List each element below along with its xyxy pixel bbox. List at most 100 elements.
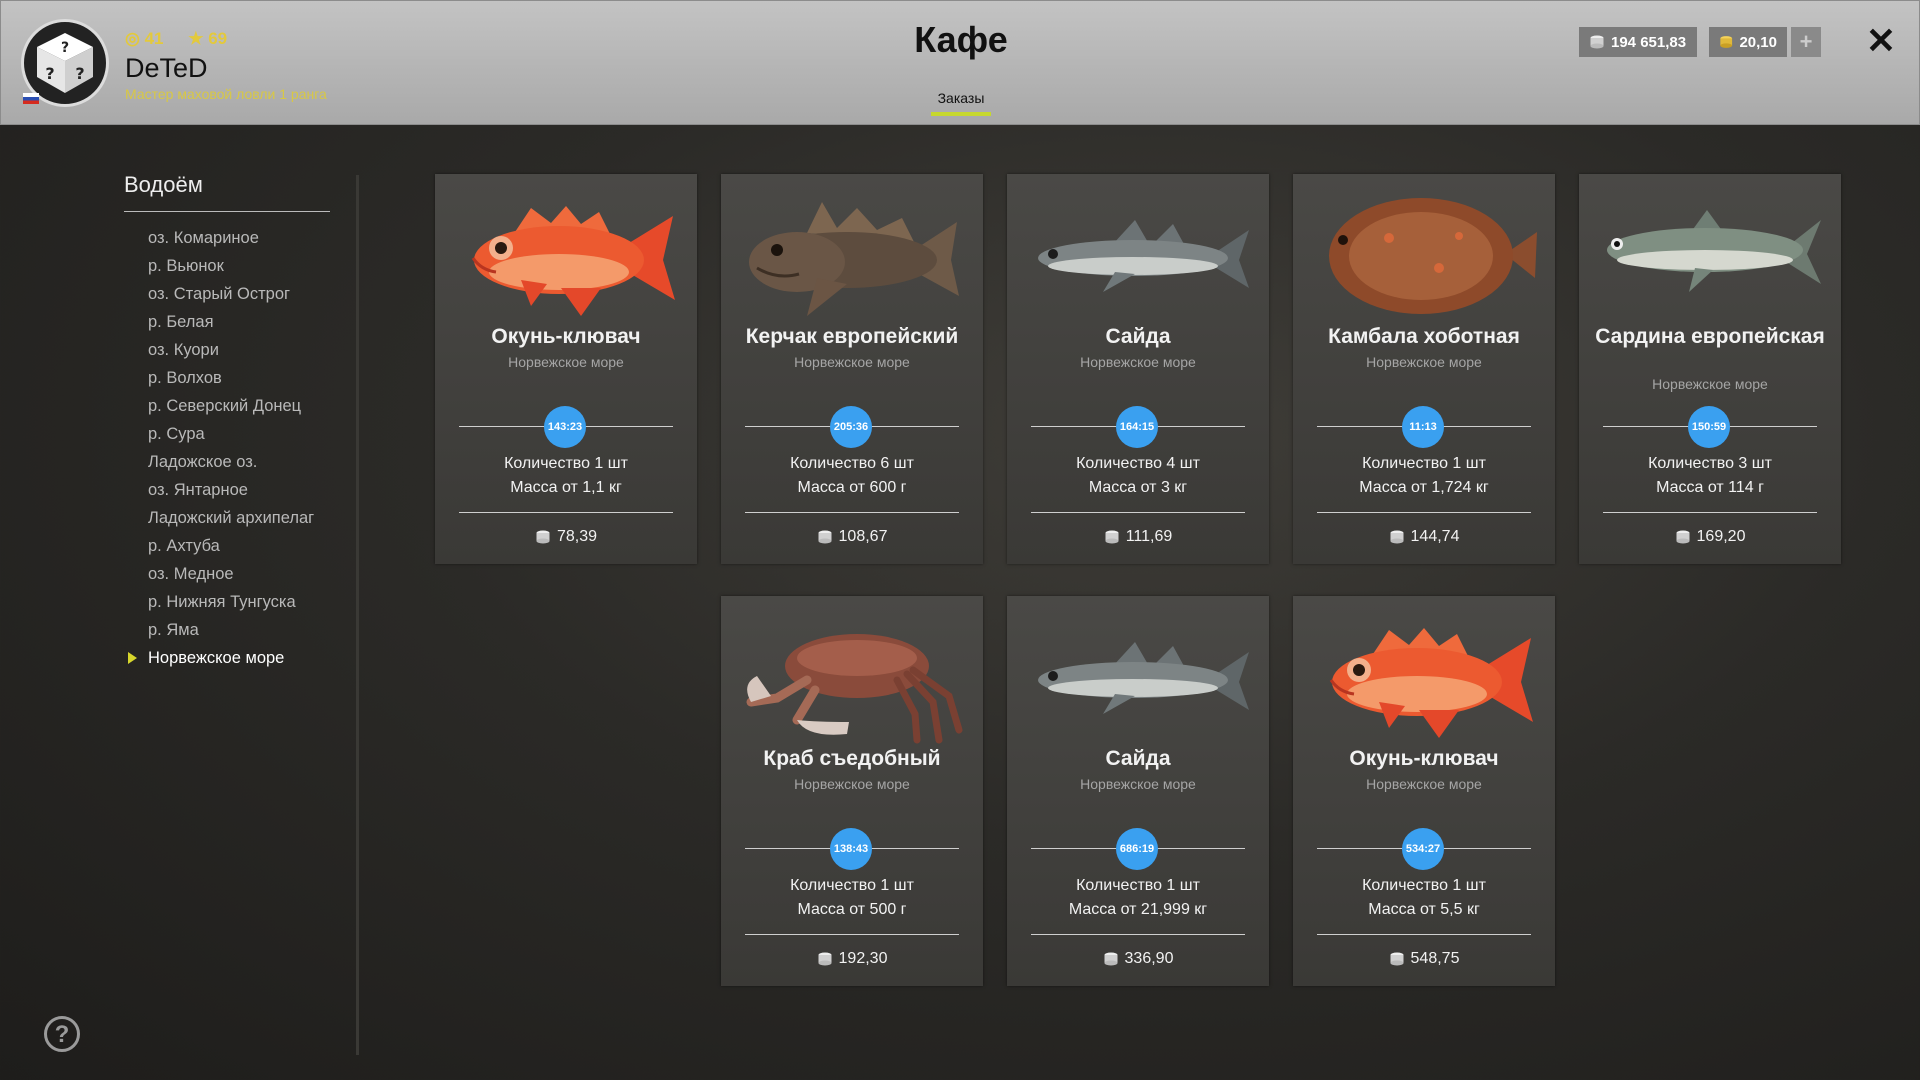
sidebar-item[interactable]: Ладожский архипелаг [148,507,314,535]
redfish-image [451,188,681,323]
sardine-image [1595,188,1825,323]
fish-name: Окунь-клювач [491,325,641,348]
timer-badge: 143:23 [544,406,586,448]
price-divider [1031,512,1245,513]
order-reward: 108,67 [721,528,983,546]
order-quantity: Количество 1 шт [790,877,914,894]
timer-badge: 138:43 [830,828,872,870]
order-card[interactable]: Сардина европейская Норвежское море 150:… [1579,174,1841,564]
order-card[interactable]: Сайда Норвежское море 686:19 Количество … [1007,596,1269,986]
gold-amount: 20,10 [1739,33,1777,51]
fish-location: Норвежское море [1080,354,1196,370]
help-button[interactable]: ? [44,1016,80,1052]
price-divider [1603,512,1817,513]
price-divider [745,512,959,513]
add-currency-button[interactable]: + [1791,27,1821,57]
fish-location: Норвежское море [1366,354,1482,370]
fish-location: Норвежское море [1366,776,1482,792]
price-divider [1317,934,1531,935]
timer-badge: 205:36 [830,406,872,448]
reward-amount: 192,30 [838,950,888,967]
silver-balance: 194 651,83 [1579,27,1697,57]
fish-name: Керчак европейский [745,325,959,348]
order-quantity: Количество 3 шт [1648,455,1772,472]
close-button[interactable]: ✕ [1863,23,1899,59]
sidebar-item[interactable]: р. Волхов [148,367,314,395]
order-card[interactable]: Окунь-клювач Норвежское море 534:27 Коли… [1293,596,1555,986]
gold-balance: 20,10 [1709,27,1787,57]
order-mass: Масса от 500 г [797,901,907,918]
player-rank: Мастер маховой ловли 1 ранга [125,86,327,102]
order-mass: Масса от 1,724 кг [1359,479,1489,496]
order-card[interactable]: Краб съедобный Норвежское море 138:43 Ко… [721,596,983,986]
order-quantity: Количество 1 шт [1076,877,1200,894]
order-reward: 144,74 [1293,528,1555,546]
sidebar-item[interactable]: Ладожское оз. [148,451,314,479]
sidebar-item[interactable]: оз. Старый Острог [148,283,314,311]
reward-amount: 111,69 [1125,528,1173,545]
sidebar-item[interactable]: оз. Янтарное [148,479,314,507]
silver-coins-icon [1676,530,1690,544]
svg-text:?: ? [45,64,54,83]
order-card[interactable]: Керчак европейский Норвежское море 205:3… [721,174,983,564]
order-card[interactable]: Окунь-клювач Норвежское море 143:23 Коли… [435,174,697,564]
redfish-image [1309,610,1539,745]
timer-badge: 11:13 [1402,406,1444,448]
silver-coins-icon [1390,952,1404,966]
order-card[interactable]: Сайда Норвежское море 164:15 Количество … [1007,174,1269,564]
order-card[interactable]: Камбала хоботная Норвежское море 11:13 К… [1293,174,1555,564]
timer-badge: 164:15 [1116,406,1158,448]
tab-orders[interactable]: Заказы [931,90,991,116]
fish-location: Норвежское море [794,776,910,792]
flounder-image [1309,188,1539,323]
fish-location: Норвежское море [508,354,624,370]
silver-coins-icon [536,530,550,544]
fish-location: Норвежское море [1080,776,1196,792]
timer-badge: 534:27 [1402,828,1444,870]
silver-coins-icon [1590,35,1604,49]
sidebar-item[interactable]: р. Северский Донец [148,395,314,423]
sidebar-item[interactable]: оз. Комариное [148,227,314,255]
timer-badge: 150:59 [1688,406,1730,448]
reward-amount: 336,90 [1124,950,1174,967]
sidebar-item[interactable]: р. Вьюнок [148,255,314,283]
reward-amount: 144,74 [1410,528,1460,545]
sidebar-divider [124,211,330,212]
crab-image [737,610,967,745]
sidebar-item[interactable]: оз. Куори [148,339,314,367]
order-reward: 336,90 [1007,950,1269,968]
sidebar-item[interactable]: р. Сура [148,423,314,451]
silver-amount: 194 651,83 [1611,33,1687,51]
sidebar-item[interactable]: р. Нижняя Тунгуска [148,591,314,619]
sidebar-item[interactable]: р. Белая [148,311,314,339]
reward-amount: 78,39 [556,528,598,545]
sidebar-item[interactable]: р. Яма [148,619,314,647]
pollock-image [1023,188,1253,323]
sidebar-separator [356,175,359,1055]
svg-text:?: ? [75,64,84,83]
order-reward: 548,75 [1293,950,1555,968]
fish-location: Норвежское море [1652,376,1768,392]
russian-flag-icon [23,93,39,104]
price-divider [745,934,959,935]
sidebar-item[interactable]: оз. Медное [148,563,314,591]
gold-coins-icon [1720,36,1733,48]
order-quantity: Количество 1 шт [1362,877,1486,894]
silver-coins-icon [1390,530,1404,544]
order-reward: 78,39 [435,528,697,546]
water-body-list: оз. Комариное р. Вьюнок оз. Старый Острог р… [127,227,314,675]
price-divider [459,512,673,513]
sidebar-item[interactable]: Норвежское море [127,647,314,675]
silver-coins-icon [1105,530,1119,544]
pollock-image [1023,610,1253,745]
order-reward: 192,30 [721,950,983,968]
fish-name: Сардина европейская [1595,325,1825,348]
sidebar-item[interactable]: р. Ахтуба [148,535,314,563]
order-reward: 111,69 [1007,528,1269,546]
fish-name: Краб съедобный [763,747,941,770]
reward-amount: 108,67 [838,528,888,545]
order-quantity: Количество 4 шт [1076,455,1200,472]
order-mass: Масса от 5,5 кг [1368,901,1480,918]
price-divider [1317,512,1531,513]
order-quantity: Количество 6 шт [790,455,914,472]
